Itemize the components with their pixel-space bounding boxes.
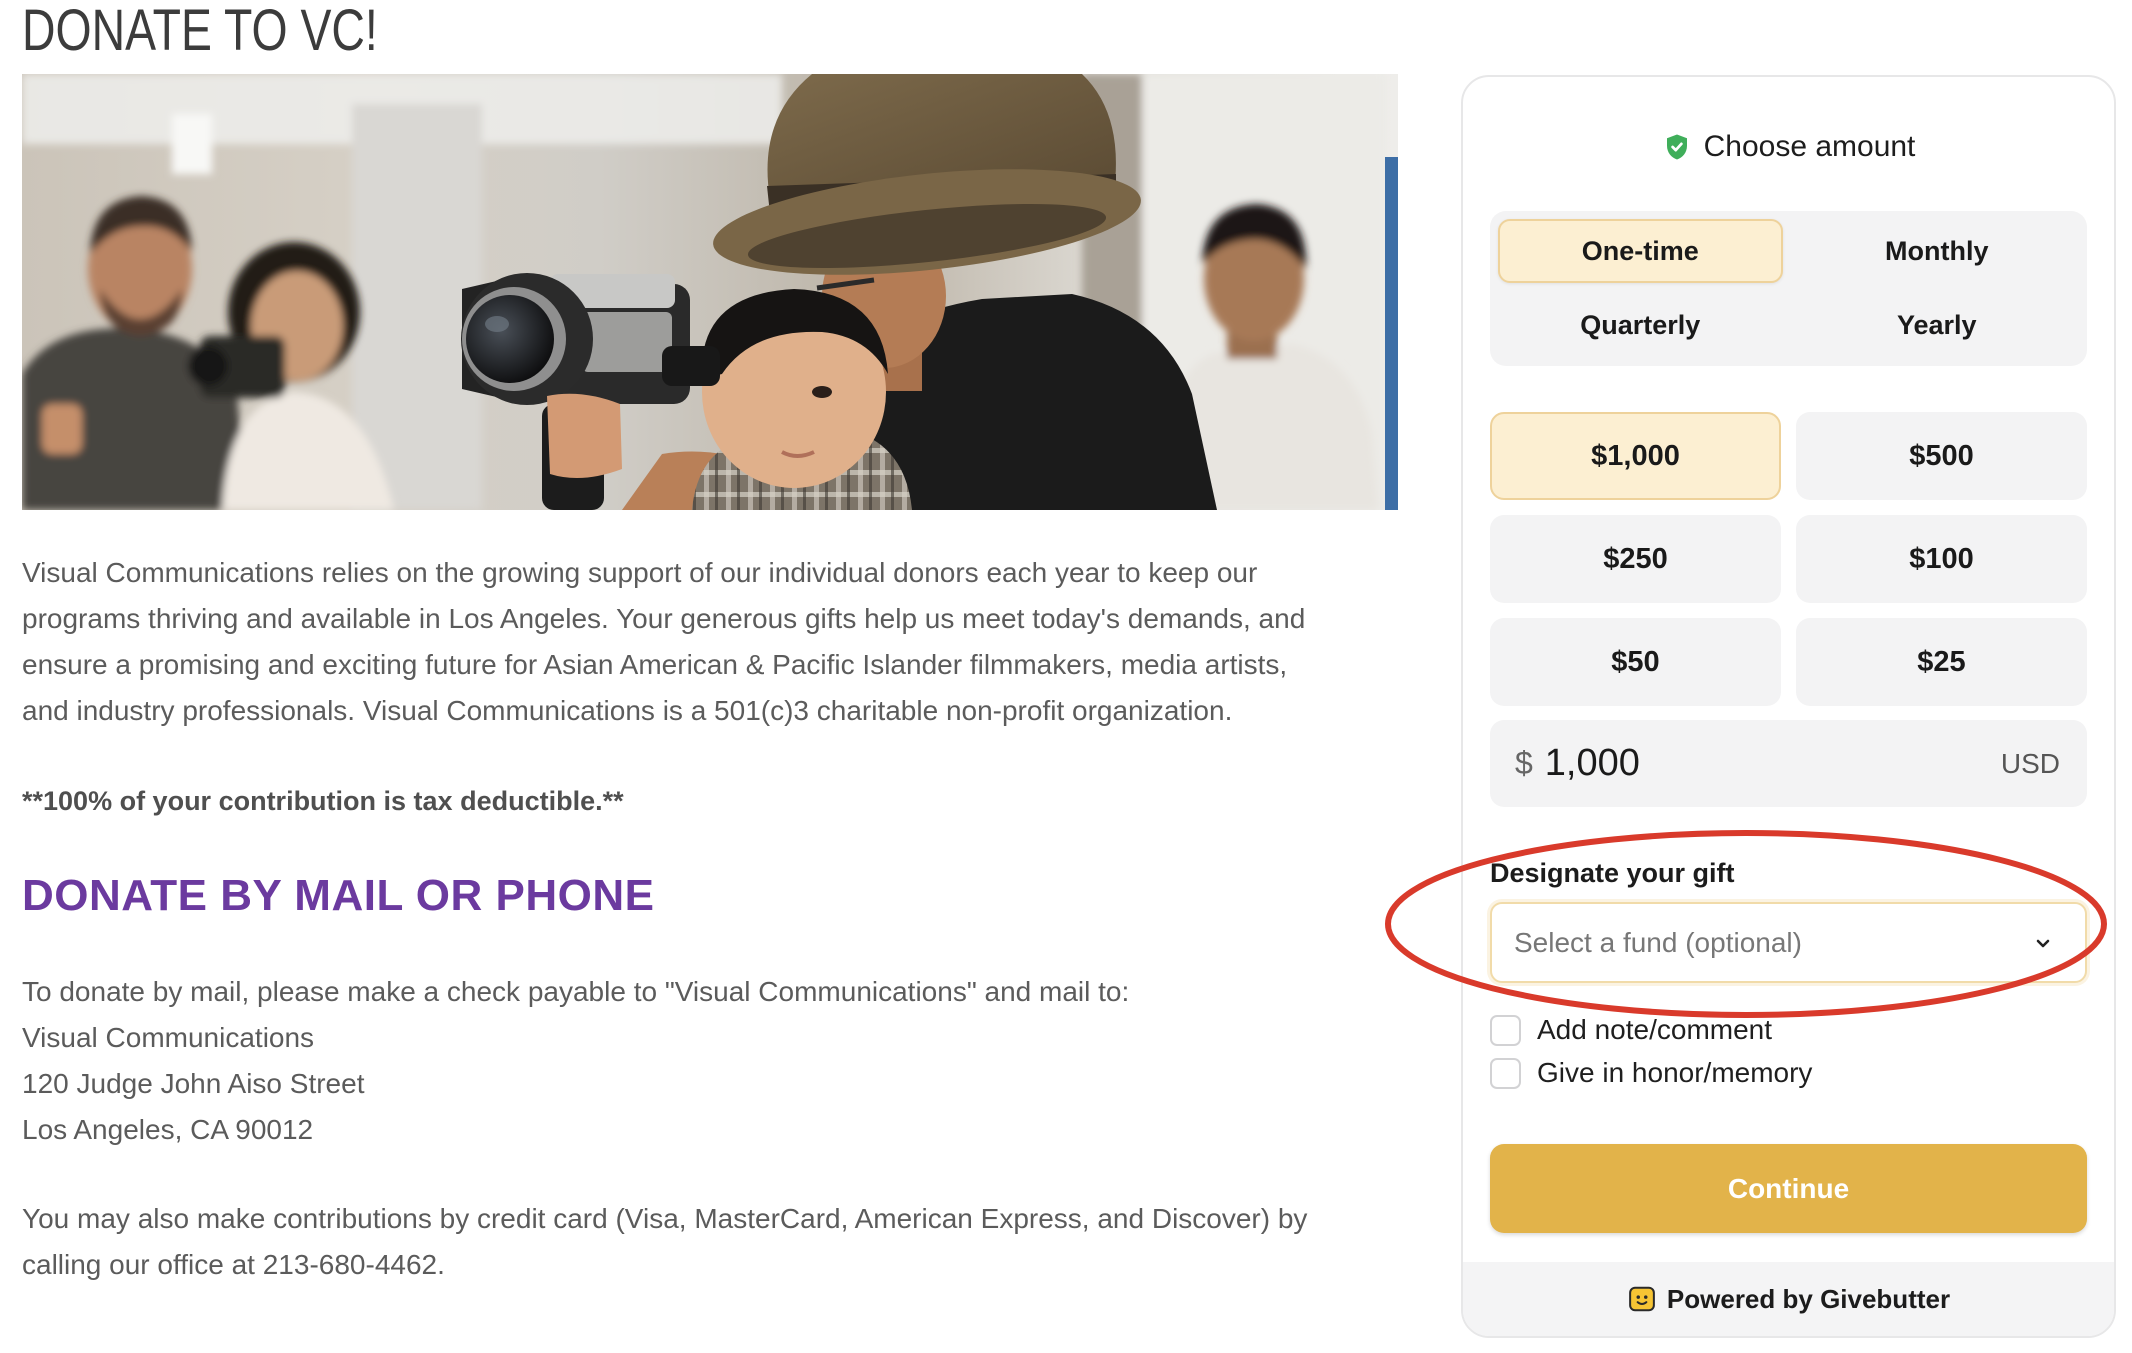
frequency-one-time[interactable]: One-time	[1498, 219, 1783, 283]
page-title: DONATE TO VC!	[22, 0, 378, 63]
mail-instructions: To donate by mail, please make a check p…	[22, 969, 1129, 1153]
honor-memory-option[interactable]: Give in honor/memory	[1490, 1053, 1812, 1093]
choose-amount-header: Choose amount	[1463, 127, 2114, 167]
amount-option[interactable]: $25	[1796, 618, 2087, 706]
mail-phone-heading: DONATE BY MAIL OR PHONE	[22, 871, 655, 920]
choose-amount-title: Choose amount	[1703, 130, 1916, 163]
currency-symbol: $	[1515, 745, 1533, 781]
givebutter-logo-icon	[1629, 1286, 1655, 1312]
add-note-checkbox[interactable]	[1490, 1014, 1521, 1046]
currency-code: USD	[2000, 747, 2060, 779]
tax-deductible-note: **100% of your contribution is tax deduc…	[22, 786, 624, 816]
shield-check-icon	[1666, 134, 1687, 160]
address-line: Los Angeles, CA 90012	[22, 1114, 314, 1145]
address-line: Visual Communications	[22, 1022, 315, 1053]
amount-option[interactable]: $100	[1796, 515, 2087, 603]
continue-button[interactable]: Continue	[1490, 1144, 2087, 1233]
amount-options: $1,000 $500 $250 $100 $50 $25	[1490, 412, 2087, 706]
frequency-yearly[interactable]: Yearly	[1795, 293, 2080, 357]
phone-instructions-line: calling our office at 213-680-4462.	[22, 1249, 445, 1280]
donation-form: Choose amount One-time Monthly Quarterly…	[1461, 75, 2116, 1338]
frequency-selector: One-time Monthly Quarterly Yearly	[1490, 211, 2087, 366]
intro-line: ensure a promising and exciting future f…	[22, 649, 1288, 680]
honor-memory-checkbox[interactable]	[1490, 1057, 1521, 1089]
hand	[547, 393, 622, 478]
amount-option[interactable]: $500	[1796, 412, 2087, 500]
address-line: 120 Judge John Aiso Street	[22, 1068, 365, 1099]
hero-photo	[22, 74, 1398, 510]
frequency-quarterly[interactable]: Quarterly	[1498, 293, 1783, 357]
add-note-option[interactable]: Add note/comment	[1490, 1010, 1772, 1050]
fund-select-placeholder: Select a fund (optional)	[1514, 926, 1802, 958]
amount-input[interactable]	[1544, 742, 2001, 785]
amount-option[interactable]: $250	[1490, 515, 1781, 603]
intro-line: Visual Communications relies on the grow…	[22, 557, 1258, 588]
designate-gift-label: Designate your gift	[1490, 858, 1735, 888]
frequency-monthly[interactable]: Monthly	[1795, 219, 2080, 283]
honor-memory-label: Give in honor/memory	[1537, 1057, 1813, 1088]
fund-select[interactable]: Select a fund (optional)	[1490, 902, 2087, 983]
amount-option[interactable]: $50	[1490, 618, 1781, 706]
amount-option[interactable]: $1,000	[1490, 412, 1781, 500]
powered-by-text: Powered by Givebutter	[1666, 1283, 1951, 1314]
intro-line: programs thriving and available in Los A…	[22, 603, 1306, 634]
custom-amount-field[interactable]: $ USD	[1490, 720, 2087, 807]
chevron-down-icon	[2036, 939, 2050, 947]
intro-line: and industry professionals. Visual Commu…	[22, 695, 1233, 726]
phone-instructions: You may also make contributions by credi…	[22, 1196, 1307, 1288]
phone-instructions-line: You may also make contributions by credi…	[22, 1203, 1308, 1234]
mail-instructions-text: To donate by mail, please make a check p…	[22, 976, 1130, 1007]
powered-by-footer[interactable]: Powered by Givebutter	[1463, 1262, 2114, 1336]
intro-paragraph: Visual Communications relies on the grow…	[22, 550, 1305, 734]
add-note-label: Add note/comment	[1537, 1014, 1773, 1045]
